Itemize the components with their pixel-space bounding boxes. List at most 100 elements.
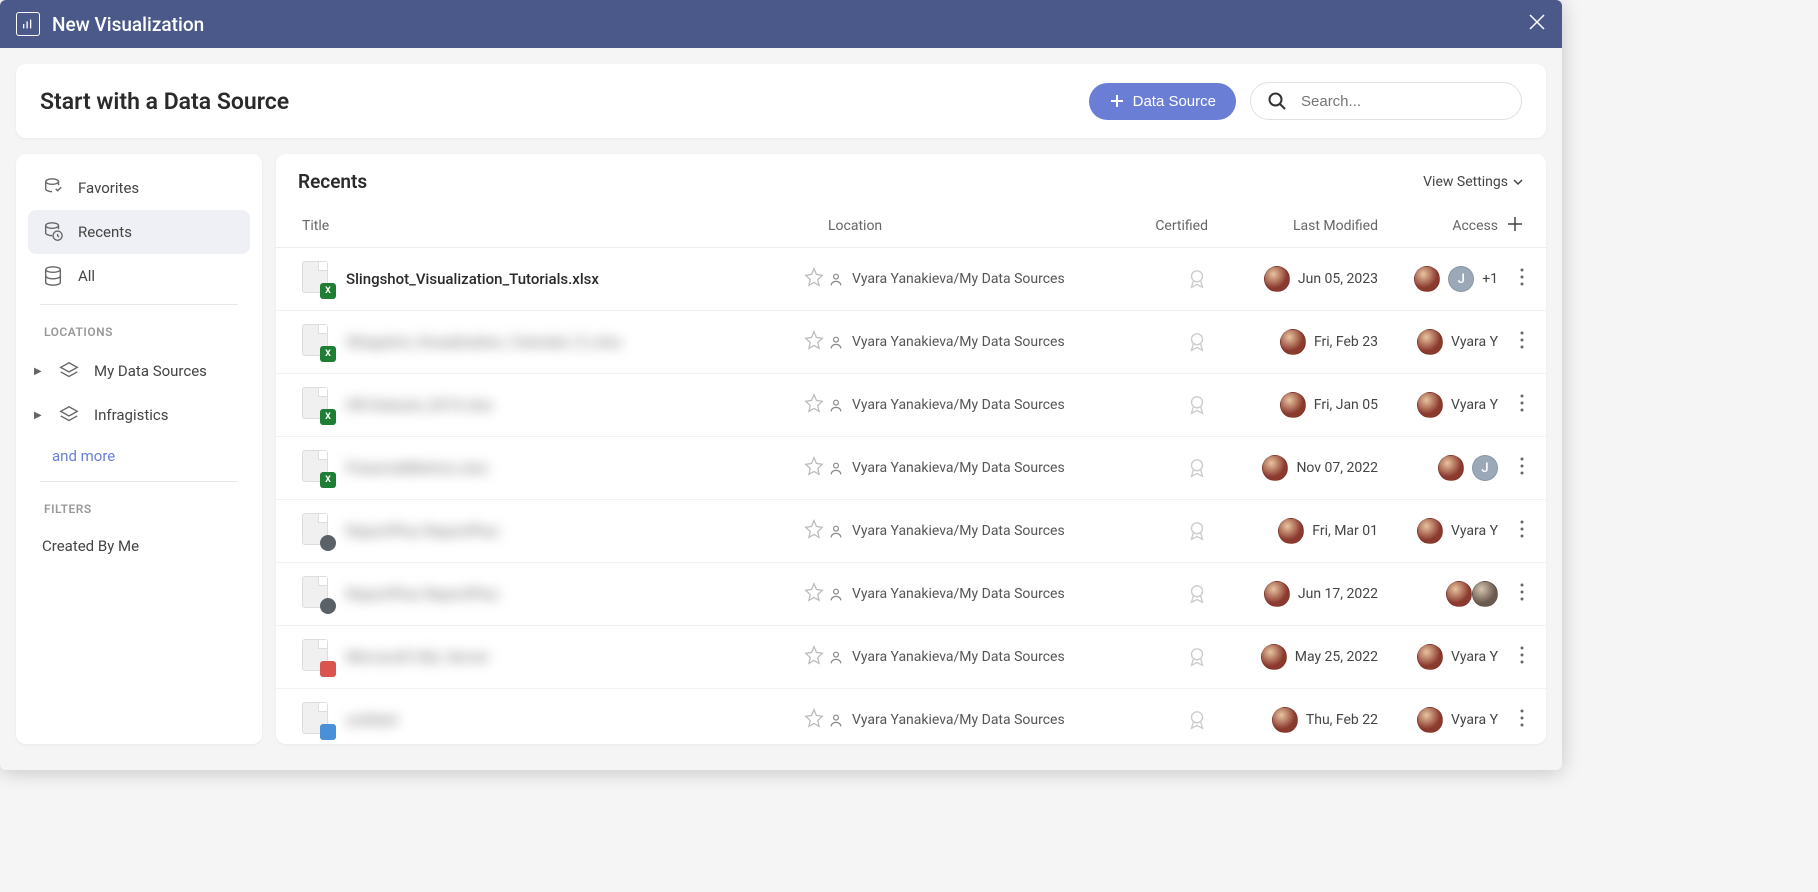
avatar <box>1261 644 1287 670</box>
file-icon: X <box>302 450 334 486</box>
more-vertical-icon <box>1520 331 1524 349</box>
row-more-button[interactable] <box>1498 331 1524 353</box>
file-title: ReportPlus ReportPlus <box>346 522 499 540</box>
row-more-button[interactable] <box>1498 709 1524 731</box>
favorite-star[interactable] <box>804 582 824 606</box>
page-title: Start with a Data Source <box>40 88 289 115</box>
ribbon-icon <box>1186 331 1208 353</box>
modified-date: Jun 17, 2022 <box>1298 586 1378 602</box>
person-icon <box>828 334 844 350</box>
favorite-star[interactable] <box>804 267 824 291</box>
search-input[interactable] <box>1301 93 1505 110</box>
more-vertical-icon <box>1520 520 1524 538</box>
col-header-location[interactable]: Location <box>828 218 1088 234</box>
file-title: HR Dataset_2019.xlsx <box>346 396 493 414</box>
close-button[interactable] <box>1528 13 1546 35</box>
col-header-modified[interactable]: Last Modified <box>1208 218 1378 234</box>
location-text: Vyara Yanakieva/My Data Sources <box>852 712 1065 728</box>
modified-date: Nov 07, 2022 <box>1296 460 1378 476</box>
row-more-button[interactable] <box>1498 268 1524 290</box>
sidebar-recents-label: Recents <box>78 223 132 241</box>
titlebar: New Visualization <box>0 0 1562 48</box>
more-vertical-icon <box>1520 268 1524 286</box>
avatar: J <box>1472 455 1498 481</box>
favorite-star[interactable] <box>804 393 824 417</box>
divider <box>40 481 238 482</box>
favorite-star[interactable] <box>804 330 824 354</box>
avatar <box>1272 707 1298 733</box>
modified-date: Fri, Mar 01 <box>1312 523 1378 539</box>
add-column-button[interactable] <box>1498 215 1524 237</box>
avatar <box>1417 707 1443 733</box>
app-window: New Visualization Start with a Data Sour… <box>0 0 1562 770</box>
sidebar-item-favorites[interactable]: Favorites <box>28 166 250 210</box>
row-more-button[interactable] <box>1498 583 1524 605</box>
table-row[interactable]: XSlingshot_Visualization_Tutorials (1).x… <box>276 311 1546 374</box>
table-row[interactable]: Microsoft SQL ServerVyara Yanakieva/My D… <box>276 626 1546 689</box>
person-icon <box>828 649 844 665</box>
and-more-link[interactable]: and more <box>28 437 250 475</box>
table-row[interactable]: XSlingshot_Visualization_Tutorials.xlsxV… <box>276 248 1546 311</box>
access-plus-count: +1 <box>1482 271 1498 287</box>
sidebar-item-all[interactable]: All <box>28 254 250 298</box>
locations-section-label: LOCATIONS <box>28 311 250 349</box>
row-more-button[interactable] <box>1498 457 1524 479</box>
location-text: Vyara Yanakieva/My Data Sources <box>852 460 1065 476</box>
star-icon <box>804 645 824 665</box>
view-settings-button[interactable]: View Settings <box>1423 174 1524 190</box>
add-data-source-button[interactable]: Data Source <box>1089 83 1236 120</box>
favorite-star[interactable] <box>804 456 824 480</box>
plus-icon <box>1506 215 1524 233</box>
sidebar-item-my-data-sources[interactable]: ▶ My Data Sources <box>28 349 250 393</box>
file-icon: X <box>302 324 334 360</box>
col-header-certified[interactable]: Certified <box>1088 218 1208 234</box>
file-title: Slingshot_Visualization_Tutorials.xlsx <box>346 270 599 288</box>
col-header-title[interactable]: Title <box>298 218 828 234</box>
table-row[interactable]: ReportPlus ReportPlus Vyara Yanakieva/My … <box>276 500 1546 563</box>
avatar <box>1417 392 1443 418</box>
caret-icon: ▶ <box>34 366 44 377</box>
row-more-button[interactable] <box>1498 646 1524 668</box>
row-more-button[interactable] <box>1498 394 1524 416</box>
avatar <box>1446 581 1472 607</box>
table-row[interactable]: ReportPlus ReportPlusVyara Yanakieva/My … <box>276 563 1546 626</box>
avatar <box>1417 518 1443 544</box>
my-data-sources-label: My Data Sources <box>94 362 207 380</box>
col-header-access[interactable]: Access <box>1378 218 1498 234</box>
main-header: Recents View Settings <box>276 154 1546 205</box>
person-icon <box>828 460 844 476</box>
caret-icon: ▶ <box>34 410 44 421</box>
file-icon <box>302 576 334 612</box>
row-more-button[interactable] <box>1498 520 1524 542</box>
divider <box>40 304 238 305</box>
avatar <box>1417 329 1443 355</box>
person-icon <box>828 397 844 413</box>
access-name: Vyara Y <box>1451 334 1498 350</box>
add-data-source-label: Data Source <box>1133 93 1216 110</box>
sidebar-item-infragistics[interactable]: ▶ Infragistics <box>28 393 250 437</box>
avatar <box>1417 644 1443 670</box>
search-box[interactable] <box>1250 82 1522 120</box>
page-header: Start with a Data Source Data Source <box>16 64 1546 138</box>
modified-date: Thu, Feb 22 <box>1306 712 1378 728</box>
access-name: Vyara Y <box>1451 712 1498 728</box>
table-row[interactable]: XHR Dataset_2019.xlsxVyara Yanakieva/My … <box>276 374 1546 437</box>
table-row[interactable]: untitled Vyara Yanakieva/My Data Sources T… <box>276 689 1546 744</box>
favorite-star[interactable] <box>804 708 824 732</box>
table-row[interactable]: XFinancialMetrics.xlsxVyara Yanakieva/My… <box>276 437 1546 500</box>
location-text: Vyara Yanakieva/My Data Sources <box>852 523 1065 539</box>
layers-icon <box>58 360 80 382</box>
ribbon-icon <box>1186 394 1208 416</box>
file-title: untitled <box>346 711 397 729</box>
location-text: Vyara Yanakieva/My Data Sources <box>852 586 1065 602</box>
favorite-star[interactable] <box>804 519 824 543</box>
sidebar-item-created-by-me[interactable]: Created By Me <box>28 526 250 566</box>
sidebar-item-recents[interactable]: Recents <box>28 210 250 254</box>
recents-icon <box>42 221 64 243</box>
ribbon-icon <box>1186 268 1208 290</box>
star-icon <box>804 330 824 350</box>
ribbon-icon <box>1186 646 1208 668</box>
favorite-star[interactable] <box>804 645 824 669</box>
access-name: Vyara Y <box>1451 649 1498 665</box>
star-icon <box>804 456 824 476</box>
